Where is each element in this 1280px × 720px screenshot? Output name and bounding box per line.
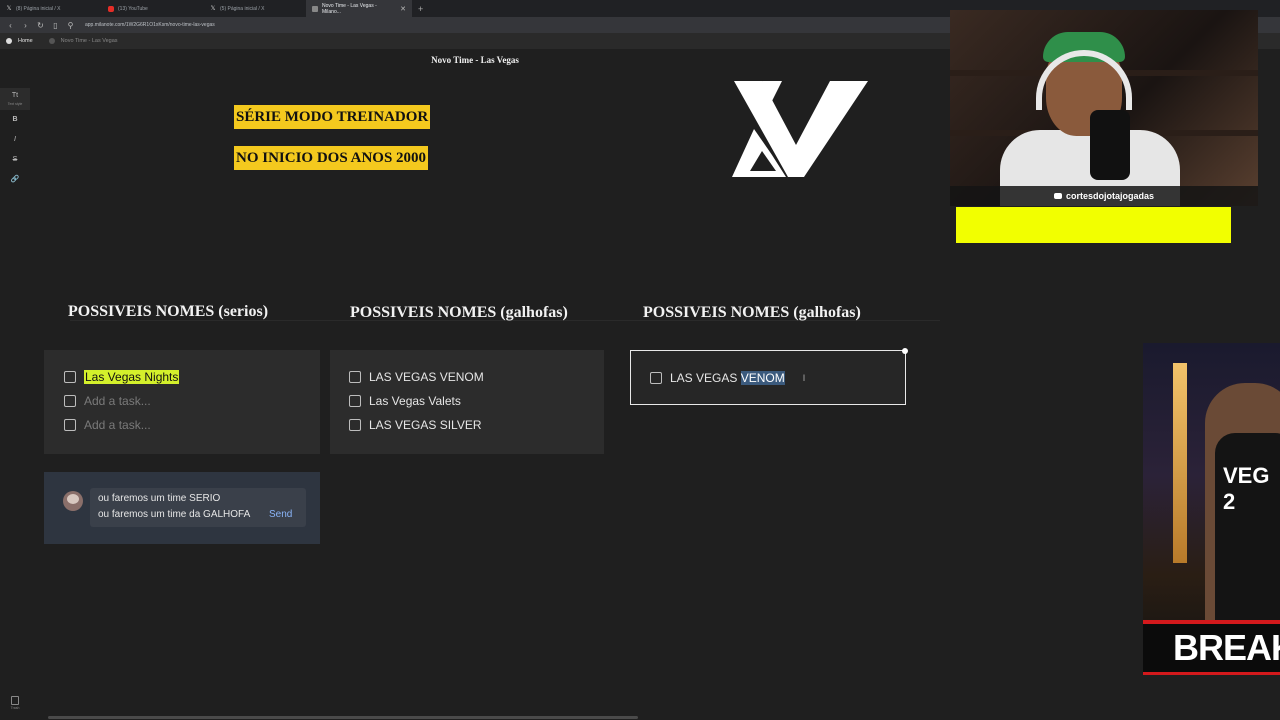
checkbox[interactable] (650, 372, 662, 384)
selected-text: VENOM (740, 371, 785, 385)
horizontal-scrollbar[interactable] (48, 716, 638, 719)
board-canvas[interactable]: SÉRIE MODO TREINADOR NO INICIO DOS ANOS … (30, 71, 950, 720)
checkbox[interactable] (349, 419, 361, 431)
task-list-card-galhofas-2[interactable]: LAS VEGAS VENOM I (630, 348, 908, 405)
checkbox[interactable] (349, 395, 361, 407)
bold-icon[interactable]: B (0, 110, 30, 130)
task-item[interactable]: LAS VEGAS VENOM I (650, 366, 886, 390)
milanote-icon (312, 5, 318, 12)
board-icon (48, 38, 55, 44)
task-item[interactable]: Add a task... (64, 413, 300, 437)
link-icon[interactable]: 🔗 (0, 170, 30, 190)
strikethrough-icon[interactable]: S (0, 150, 30, 170)
task-list-card-galhofas-1[interactable]: LAS VEGAS VENOM Las Vegas Valets LAS VEG… (330, 350, 604, 454)
bookmark-icon[interactable]: ▯ (51, 21, 60, 30)
checkbox[interactable] (349, 371, 361, 383)
task-text[interactable]: Las Vegas Valets (369, 394, 461, 408)
microphone (1090, 110, 1130, 180)
breadcrumb-home[interactable]: Home (18, 38, 33, 44)
comment-line: ou faremos um time SERIO (98, 493, 221, 504)
breaking-banner: BREAKIN (1143, 620, 1280, 675)
board-header: Novo Time - Las Vegas (0, 49, 950, 71)
back-icon[interactable]: ‹ (6, 21, 15, 30)
browser-tab-youtube[interactable]: (13) YouTube (102, 0, 204, 17)
checkbox[interactable] (64, 419, 76, 431)
task-item[interactable]: Add a task... (64, 389, 300, 413)
send-button[interactable]: Send (269, 509, 292, 520)
channel-handle: cortesdojotajogadas (1065, 191, 1155, 201)
add-task-input[interactable]: Add a task... (84, 394, 151, 408)
new-tab-icon[interactable]: + (418, 4, 423, 14)
channel-handle-bar: cortesdojotajogadas (950, 186, 1258, 206)
youtube-icon (1053, 193, 1062, 199)
webcam-overlay: cortesdojotajogadas (950, 10, 1258, 206)
trash-button[interactable]: Trash (9, 696, 21, 714)
resize-handle[interactable] (902, 348, 908, 354)
text-style-icon[interactable]: Tt Text style (0, 88, 30, 110)
trash-icon (11, 696, 19, 705)
task-item[interactable]: LAS VEGAS SILVER (349, 413, 585, 437)
column-title-serios[interactable]: POSSIVEIS NOMES (serios) (68, 303, 268, 321)
browser-tab-milanote[interactable]: Novo Time - Las Vegas - Milano... ✕ (306, 0, 412, 17)
task-item[interactable]: LAS VEGAS VENOM (349, 365, 585, 389)
eiffel-tower-replica (1173, 363, 1187, 563)
player-jersey: VEG 2 (1215, 433, 1280, 633)
trash-label: Trash (10, 706, 20, 710)
tab-title: (13) YouTube (118, 5, 148, 12)
text-cursor-icon: I (802, 373, 806, 383)
reload-icon[interactable]: ↻ (36, 21, 45, 30)
task-item[interactable]: Las Vegas Valets (349, 389, 585, 413)
overlay-yellow-bar (956, 207, 1231, 243)
comment-line: ou faremos um time da GALHOFA (98, 509, 251, 520)
youtube-icon (108, 5, 114, 12)
comment-card[interactable]: ou faremos um time SERIO ou faremos um t… (44, 472, 320, 544)
column-title-galhofas-2[interactable]: POSSIVEIS NOMES (galhofas) (643, 304, 861, 322)
browser-tab-x-1[interactable]: 𝕏 (8) Página inicial / X (0, 0, 102, 17)
url-field[interactable]: app.milanote.com/1W2G6R1O1xKsm/novo-time… (85, 22, 215, 28)
task-text[interactable]: LAS VEGAS VENOM (369, 370, 484, 384)
task-list-card-serios[interactable]: Las Vegas Nights Add a task... Add a tas… (44, 350, 320, 454)
browser-tab-x-2[interactable]: 𝕏 (5) Página inicial / X (204, 0, 306, 17)
comment-input[interactable]: ou faremos um time SERIO ou faremos um t… (90, 488, 306, 527)
task-text[interactable]: LAS VEGAS SILVER (369, 418, 482, 432)
close-tab-icon[interactable]: ✕ (400, 5, 406, 13)
italic-icon[interactable]: I (0, 130, 30, 150)
column-title-galhofas-1[interactable]: POSSIVEIS NOMES (galhofas) (350, 304, 568, 322)
home-icon (6, 38, 12, 44)
task-item[interactable]: Las Vegas Nights (64, 365, 300, 389)
checkbox[interactable] (64, 395, 76, 407)
forward-icon[interactable]: › (21, 21, 30, 30)
banner-text-1[interactable]: SÉRIE MODO TREINADOR (234, 105, 431, 129)
site-info-icon[interactable]: ⚲ (66, 21, 75, 30)
x-icon: 𝕏 (210, 5, 216, 12)
add-task-input[interactable]: Add a task... (84, 418, 151, 432)
task-text[interactable]: Las Vegas Nights (84, 370, 180, 384)
x-icon: 𝕏 (6, 5, 12, 12)
tab-title: (5) Página inicial / X (220, 5, 265, 12)
promo-image: VEG 2 BREAKIN (1143, 343, 1280, 675)
tab-title: (8) Página inicial / X (16, 5, 61, 12)
task-text-editing[interactable]: LAS VEGAS VENOM (670, 371, 785, 385)
avatar (63, 491, 83, 511)
banner-text-2[interactable]: NO INICIO DOS ANOS 2000 (234, 146, 429, 170)
format-toolbar: Tt Text style B I S 🔗 (0, 88, 30, 190)
checkbox[interactable] (64, 371, 76, 383)
breadcrumb-current[interactable]: Novo Time - Las Vegas (61, 38, 118, 44)
page-title[interactable]: Novo Time - Las Vegas (431, 55, 519, 65)
team-logo-image[interactable] (732, 81, 870, 181)
tab-title: Novo Time - Las Vegas - Milano... (322, 2, 377, 15)
